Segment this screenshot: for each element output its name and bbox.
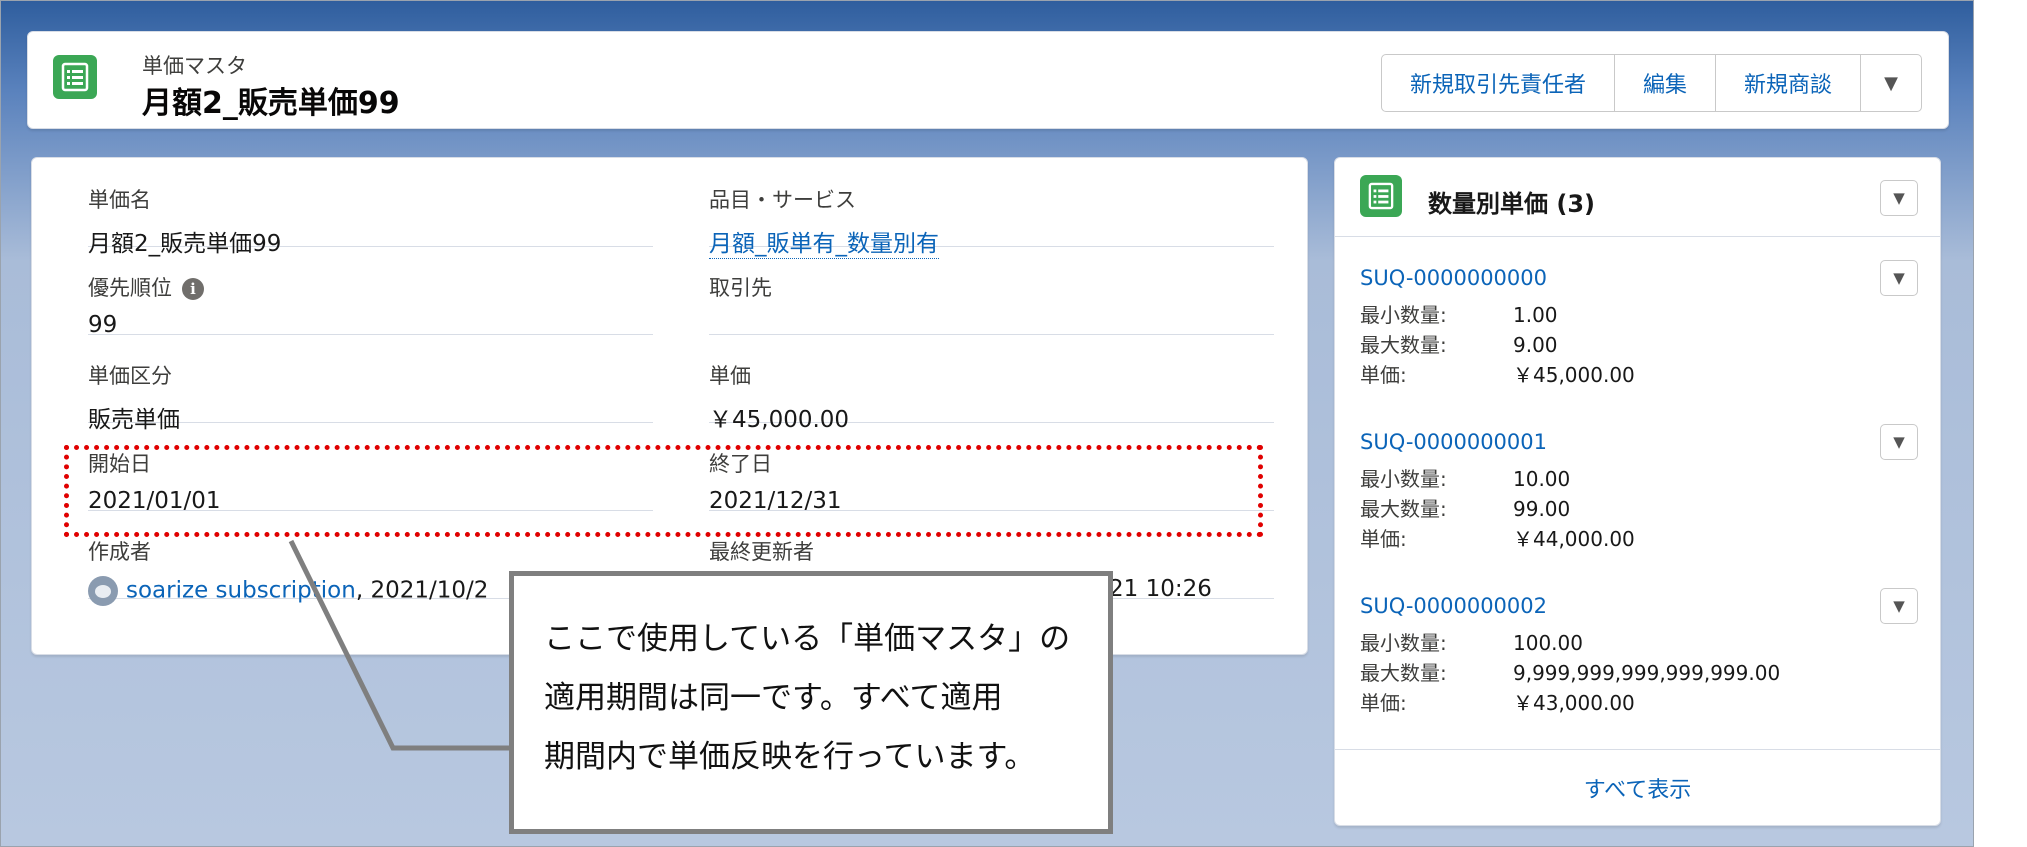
field-label: 単価区分: [88, 364, 172, 388]
edit-button[interactable]: 編集: [1615, 55, 1716, 111]
price-master-object-icon: [53, 55, 97, 99]
modified-date: 21 10:26: [1109, 576, 1212, 602]
field-label: 品目・サービス: [709, 188, 856, 212]
field-product: 品目・サービス 月額_販単有_数量別有: [709, 158, 1274, 259]
field-price-name: 単価名 月額2_販売単価99: [88, 158, 653, 257]
more-actions-dropdown[interactable]: ▼: [1861, 55, 1921, 111]
new-contact-button[interactable]: 新規取引先責任者: [1382, 55, 1615, 111]
new-opportunity-button[interactable]: 新規商談: [1716, 55, 1861, 111]
chevron-down-icon: ▼: [1893, 433, 1905, 451]
field-label: 作成者: [88, 540, 151, 564]
row-menu-button[interactable]: ▼: [1880, 260, 1918, 296]
field-label: 取引先: [709, 276, 772, 300]
related-list-quantity-prices: 数量別単価 (3) ▼ SUQ-0000000000 ▼ 最小数量: 1.00 最…: [1334, 157, 1941, 826]
callout-line: 期間内で単価反映を行っています。: [544, 739, 1036, 775]
row-menu-button[interactable]: ▼: [1880, 588, 1918, 624]
price-row: 単価: ￥43,000.00: [1360, 691, 1635, 715]
price-row: 単価: ￥44,000.00: [1360, 527, 1635, 551]
user-avatar: [88, 576, 118, 606]
annotation-callout: ここで使用している「単価マスタ」の 適用期間は同一です。すべて適用 期間内で単価…: [509, 571, 1113, 834]
created-date: , 2021/10/2: [355, 577, 489, 604]
field-unit-price: 単価 ￥45,000.00: [709, 334, 1274, 433]
max-qty-row: 最大数量: 9.00: [1360, 333, 1558, 357]
priority-label: 優先順位: [88, 276, 172, 300]
min-qty-row: 最小数量: 1.00: [1360, 303, 1558, 327]
related-list-object-icon: [1360, 175, 1402, 217]
callout-line: ここで使用している「単価マスタ」の: [544, 621, 1071, 657]
field-label: 優先順位 i: [88, 272, 204, 302]
date-range-highlight: [64, 445, 1263, 537]
record-link[interactable]: SUQ-0000000001: [1360, 430, 1547, 454]
chevron-down-icon: ▼: [1893, 269, 1905, 287]
row-menu-button[interactable]: ▼: [1880, 424, 1918, 460]
record-header: 単価マスタ 月額2_販売単価99 新規取引先責任者 編集 新規商談 ▼: [27, 31, 1949, 129]
max-qty-row: 最大数量: 9,999,999,999,999,999.00: [1360, 661, 1781, 685]
header-actions: 新規取引先責任者 編集 新規商談 ▼: [1380, 54, 1922, 112]
list-item: SUQ-0000000002 ▼ 最小数量: 100.00 最大数量: 9,999,…: [1360, 588, 1920, 744]
related-list-menu-button[interactable]: ▼: [1880, 180, 1918, 216]
created-by-user-link[interactable]: soarize subscription: [126, 578, 356, 604]
callout-line: 適用期間は同一です。すべて適用: [544, 680, 1003, 716]
price-row: 単価: ￥45,000.00: [1360, 363, 1635, 387]
record-link[interactable]: SUQ-0000000002: [1360, 594, 1547, 618]
chevron-down-icon: ▼: [1893, 189, 1905, 207]
field-price-type: 単価区分 販売単価: [88, 334, 653, 433]
min-qty-row: 最小数量: 10.00: [1360, 467, 1571, 491]
list-item: SUQ-0000000001 ▼ 最小数量: 10.00 最大数量: 99.00 単…: [1360, 424, 1920, 580]
view-all-link[interactable]: すべて表示: [1335, 749, 1940, 825]
field-value: soarize subscription, 2021/10/2: [88, 576, 488, 606]
chevron-down-icon: ▼: [1893, 597, 1905, 615]
info-icon[interactable]: i: [182, 278, 204, 300]
max-qty-row: 最大数量: 99.00: [1360, 497, 1571, 521]
app-window: 単価マスタ 月額2_販売単価99 新規取引先責任者 編集 新規商談 ▼ 単価名 …: [0, 0, 1974, 847]
field-account: 取引先: [709, 246, 1274, 335]
field-label: 単価: [709, 364, 751, 388]
list-item: SUQ-0000000000 ▼ 最小数量: 1.00 最大数量: 9.00 単価:…: [1360, 260, 1920, 416]
field-label: 単価名: [88, 188, 151, 212]
field-priority: 優先順位 i 99: [88, 246, 653, 338]
related-list-title[interactable]: 数量別単価 (3): [1428, 184, 1595, 219]
related-list-header: 数量別単価 (3) ▼: [1335, 158, 1940, 237]
min-qty-row: 最小数量: 100.00: [1360, 631, 1583, 655]
chevron-down-icon: ▼: [1884, 72, 1898, 94]
record-title: 月額2_販売単価99: [142, 86, 400, 121]
object-label: 単価マスタ: [142, 54, 247, 78]
field-label: 最終更新者: [709, 540, 814, 564]
record-link[interactable]: SUQ-0000000000: [1360, 266, 1547, 290]
